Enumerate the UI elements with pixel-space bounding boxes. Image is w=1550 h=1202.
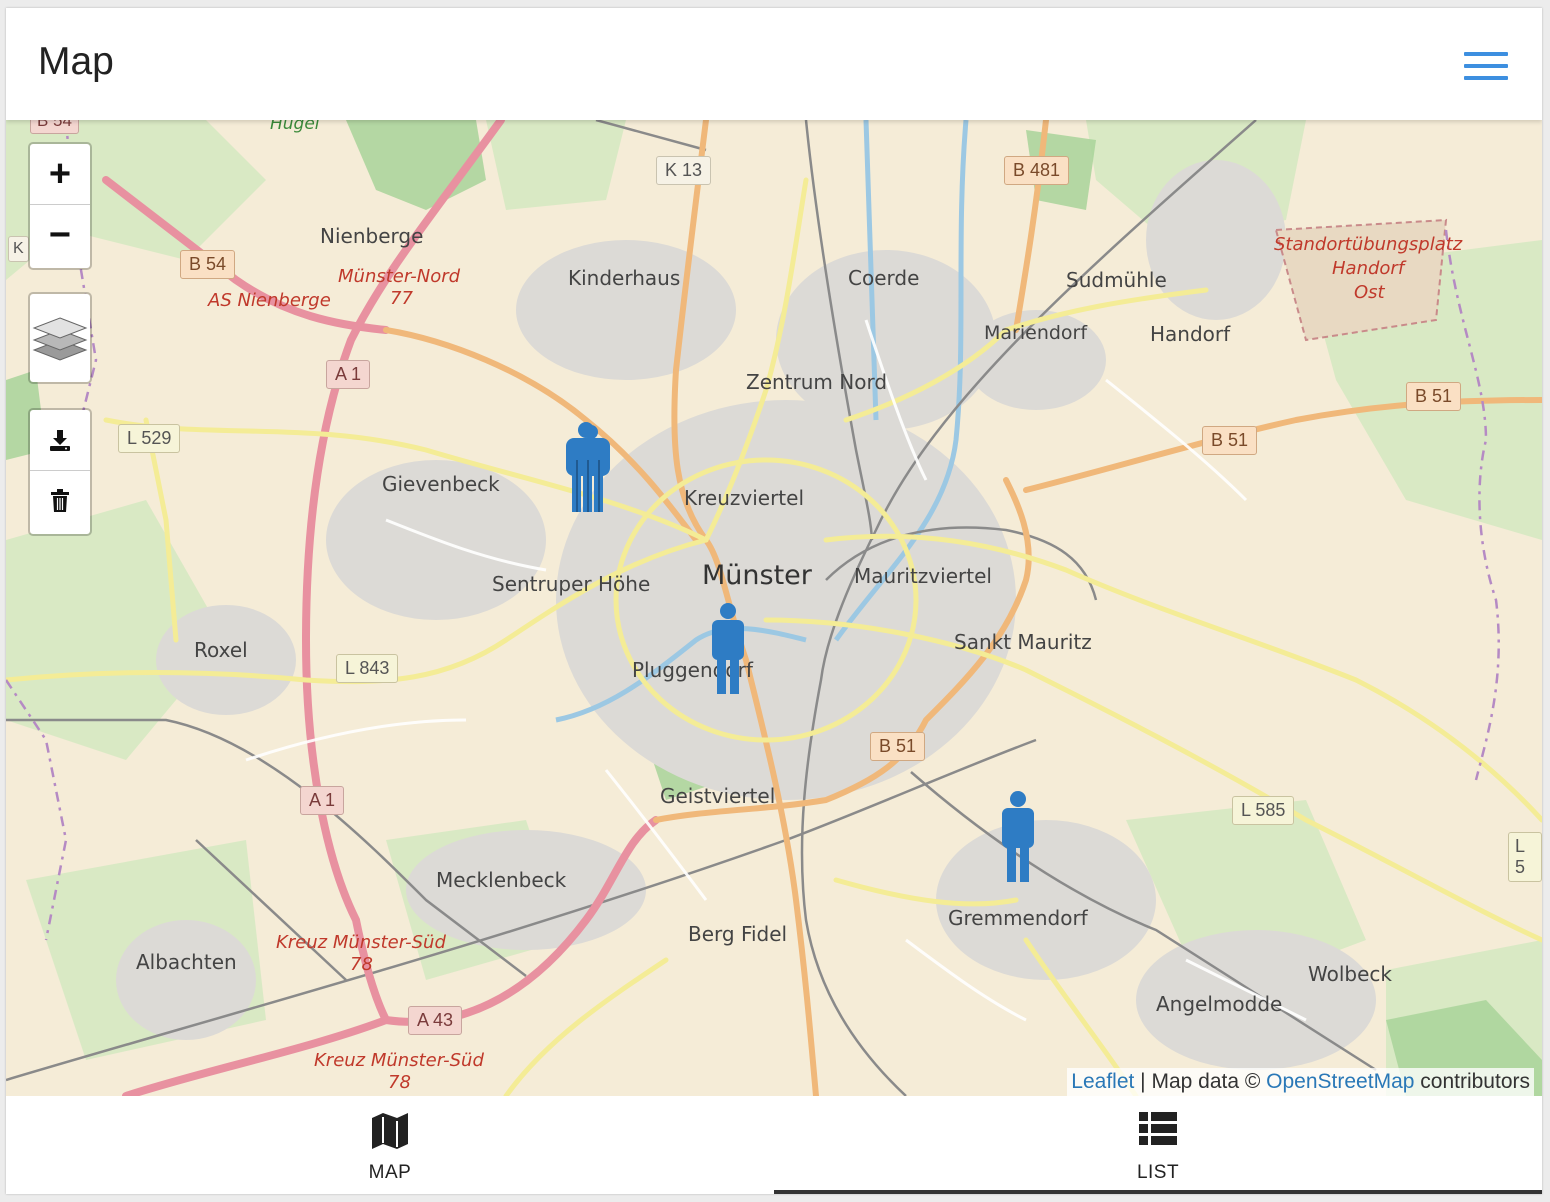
road-shield: L 585 [1232, 796, 1295, 825]
place-label: Handorf [1150, 322, 1231, 346]
junction-label: Münster-Nord [338, 266, 461, 287]
junction-label: Kreuz Münster-Süd [314, 1050, 484, 1071]
layers-button[interactable] [28, 292, 92, 384]
area-label: Standortübungsplatz [1274, 234, 1463, 255]
road-shield: A 1 [326, 360, 371, 389]
person-group-marker[interactable] [562, 420, 614, 521]
junction-label: 78 [350, 954, 373, 975]
road-shield: B 51 [1406, 382, 1462, 411]
area-label: Hügel [270, 120, 320, 134]
road-shield: B 54 [30, 120, 79, 134]
delete-button[interactable] [30, 470, 90, 531]
place-label: Sankt Mauritz [954, 630, 1092, 654]
attribution-text: contributors [1414, 1070, 1530, 1093]
area-label: Handorf [1332, 258, 1405, 279]
person-marker[interactable] [708, 602, 748, 701]
person-icon [712, 603, 744, 694]
app-header: Map [6, 8, 1542, 120]
road-shield: K 13 [656, 156, 712, 185]
layers-icon [32, 317, 88, 361]
place-label: Mauritzviertel [854, 564, 992, 588]
place-label: Gremmendorf [948, 906, 1088, 930]
place-label: Nienberge [320, 224, 424, 248]
download-icon [50, 430, 70, 451]
place-label: Sentruper Höhe [492, 572, 651, 596]
place-label: Angelmodde [1156, 992, 1283, 1016]
place-label: Gievenbeck [382, 472, 500, 496]
map-view[interactable]: Nienberge Kinderhaus Coerde Sudmühle Mar… [6, 120, 1542, 1096]
list-icon [1139, 1112, 1177, 1145]
person-marker[interactable] [998, 790, 1038, 889]
place-label: Zentrum Nord [746, 370, 888, 394]
place-label: Geistviertel [660, 784, 776, 808]
person-group-icon [566, 422, 610, 512]
place-label: Wolbeck [1308, 962, 1392, 986]
tab-label: LIST [1136, 1162, 1180, 1183]
road-shield: L 5 [1508, 832, 1542, 882]
attribution-text: | Map data © [1134, 1070, 1267, 1093]
zoom-control: + − [28, 142, 92, 270]
road-shield: L 843 [336, 654, 399, 683]
road-shield: B 481 [1004, 156, 1070, 185]
active-tab-indicator [774, 1190, 1542, 1194]
place-label: Mecklenbeck [436, 868, 567, 892]
junction-label: Kreuz Münster-Süd [276, 932, 446, 953]
road-shield: A 1 [300, 786, 345, 815]
road-shield: B 51 [870, 732, 926, 761]
tab-list[interactable]: LIST [774, 1096, 1542, 1194]
road-shield: L 529 [118, 424, 181, 453]
road-shield: K [8, 236, 29, 262]
junction-label: 77 [390, 288, 413, 309]
junction-label: 78 [388, 1072, 411, 1093]
area-label: Ost [1354, 282, 1385, 303]
road-shield: B 54 [180, 250, 236, 279]
road-shield: A 43 [408, 1006, 463, 1035]
minus-icon: − [48, 214, 72, 256]
place-label: Coerde [848, 266, 920, 290]
map-icon [372, 1113, 408, 1149]
place-label: Kreuzviertel [684, 486, 804, 510]
city-label: Münster [702, 560, 812, 591]
osm-link[interactable]: OpenStreetMap [1266, 1070, 1414, 1093]
place-label: Sudmühle [1066, 268, 1167, 292]
zoom-out-button[interactable]: − [30, 204, 90, 265]
junction-label: AS Nienberge [208, 290, 331, 311]
place-label: Mariendorf [984, 322, 1088, 344]
tab-label: MAP [368, 1162, 412, 1183]
hamburger-menu-icon[interactable] [1464, 50, 1510, 82]
map-attribution: Leaflet | Map data © OpenStreetMap contr… [1067, 1068, 1534, 1096]
trash-icon [51, 489, 69, 512]
plus-icon: + [48, 153, 72, 195]
leaflet-link[interactable]: Leaflet [1071, 1070, 1134, 1093]
tools-control [28, 408, 92, 536]
page-title: Map [38, 40, 114, 83]
zoom-in-button[interactable]: + [30, 144, 90, 204]
place-label: Berg Fidel [688, 922, 788, 946]
bottom-tab-bar: MAP LIST [6, 1096, 1542, 1194]
place-label: Kinderhaus [568, 266, 681, 290]
download-button[interactable] [30, 410, 90, 470]
road-shield: B 51 [1202, 426, 1258, 455]
person-icon [1002, 791, 1034, 882]
place-label: Roxel [194, 638, 248, 662]
place-label: Albachten [136, 950, 237, 974]
app-window: Map Nienberge Kinderhaus Coerde Sudmühle… [6, 8, 1542, 1194]
tab-map[interactable]: MAP [6, 1096, 774, 1194]
